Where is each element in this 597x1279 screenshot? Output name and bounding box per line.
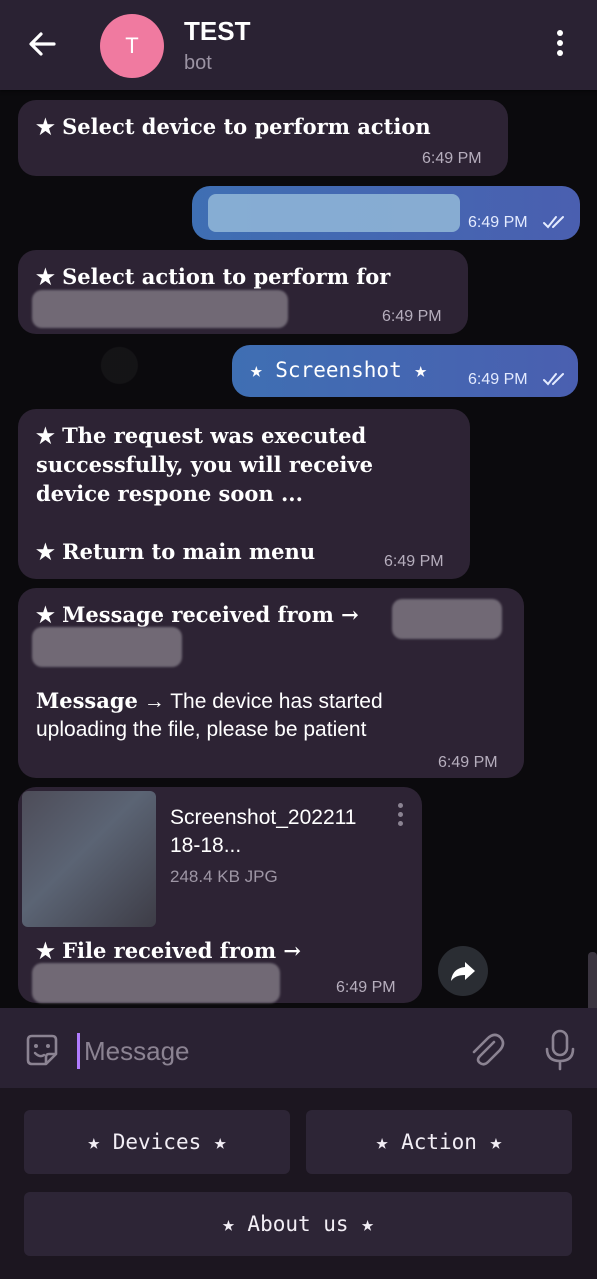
message-text: ★ Select action to perform for [36,264,391,289]
message-bubble[interactable]: ★ Select action to perform for 6:49 PM [18,250,468,334]
message-text: ★ Screenshot ★ [250,358,428,382]
redacted-text [208,194,460,232]
share-button[interactable] [438,946,488,996]
message-time: 6:49 PM [438,754,498,771]
message-bubble[interactable]: ★ Select device to perform action 6:49 P… [18,100,508,176]
file-thumbnail[interactable] [22,791,156,927]
file-name[interactable]: Screenshot_202211 [170,803,356,832]
file-message-bubble[interactable]: Screenshot_202211 18-18... 248.4 KB JPG … [18,787,422,1003]
redacted-text [392,599,502,639]
chat-title[interactable]: TEST [184,16,250,47]
redacted-text [32,290,288,328]
avatar[interactable]: T [100,14,164,78]
sticker-icon[interactable] [22,1030,62,1070]
microphone-icon[interactable] [542,1028,578,1072]
redacted-text [32,963,280,1003]
text-cursor [77,1033,80,1069]
more-options-icon[interactable] [548,30,572,64]
message-time: 6:49 PM [468,371,528,388]
chat-subtitle: bot [184,52,212,74]
message-text: successfully, you will receive [36,452,373,477]
message-time: 6:49 PM [336,979,396,996]
message-text: ★ The request was executed [36,423,367,448]
message-text: ★ Return to main menu [36,539,316,564]
file-name[interactable]: 18-18... [170,831,241,860]
message-text: ★ Select device to perform action [36,114,431,139]
outgoing-message-bubble[interactable]: 6:49 PM [192,186,580,240]
redacted-text [32,627,182,667]
devices-button[interactable]: ★ Devices ★ [24,1110,290,1174]
message-input[interactable] [82,1030,456,1072]
message-time: 6:49 PM [384,553,444,570]
file-meta: 248.4 KB JPG [170,867,278,886]
message-text: device respone soon ... [36,481,303,506]
message-body: uploading the file, please be patient [36,718,367,741]
message-time: 6:49 PM [382,308,442,325]
message-bubble[interactable]: ★ The request was executed successfully,… [18,409,470,579]
message-time: 6:49 PM [468,214,528,231]
file-options-icon[interactable] [398,803,403,830]
message-text: ★ File received from → [36,938,302,963]
about-us-button[interactable]: ★ About us ★ [24,1192,572,1256]
message-text: ★ Message received from → [36,602,359,627]
share-arrow-icon [451,962,475,981]
outgoing-message-bubble[interactable]: ★ Screenshot ★ 6:49 PM [232,345,578,397]
message-time: 6:49 PM [422,150,482,167]
double-check-icon [543,373,564,386]
chat-header: T TEST bot [0,0,597,90]
attach-icon[interactable] [466,1030,506,1070]
message-bubble[interactable]: ★ Message received from → Message → The … [18,588,524,778]
action-button[interactable]: ★ Action ★ [306,1110,572,1174]
message-body: Message → The device has started [36,688,383,713]
double-check-icon [543,216,564,229]
back-arrow-icon[interactable] [24,26,60,62]
